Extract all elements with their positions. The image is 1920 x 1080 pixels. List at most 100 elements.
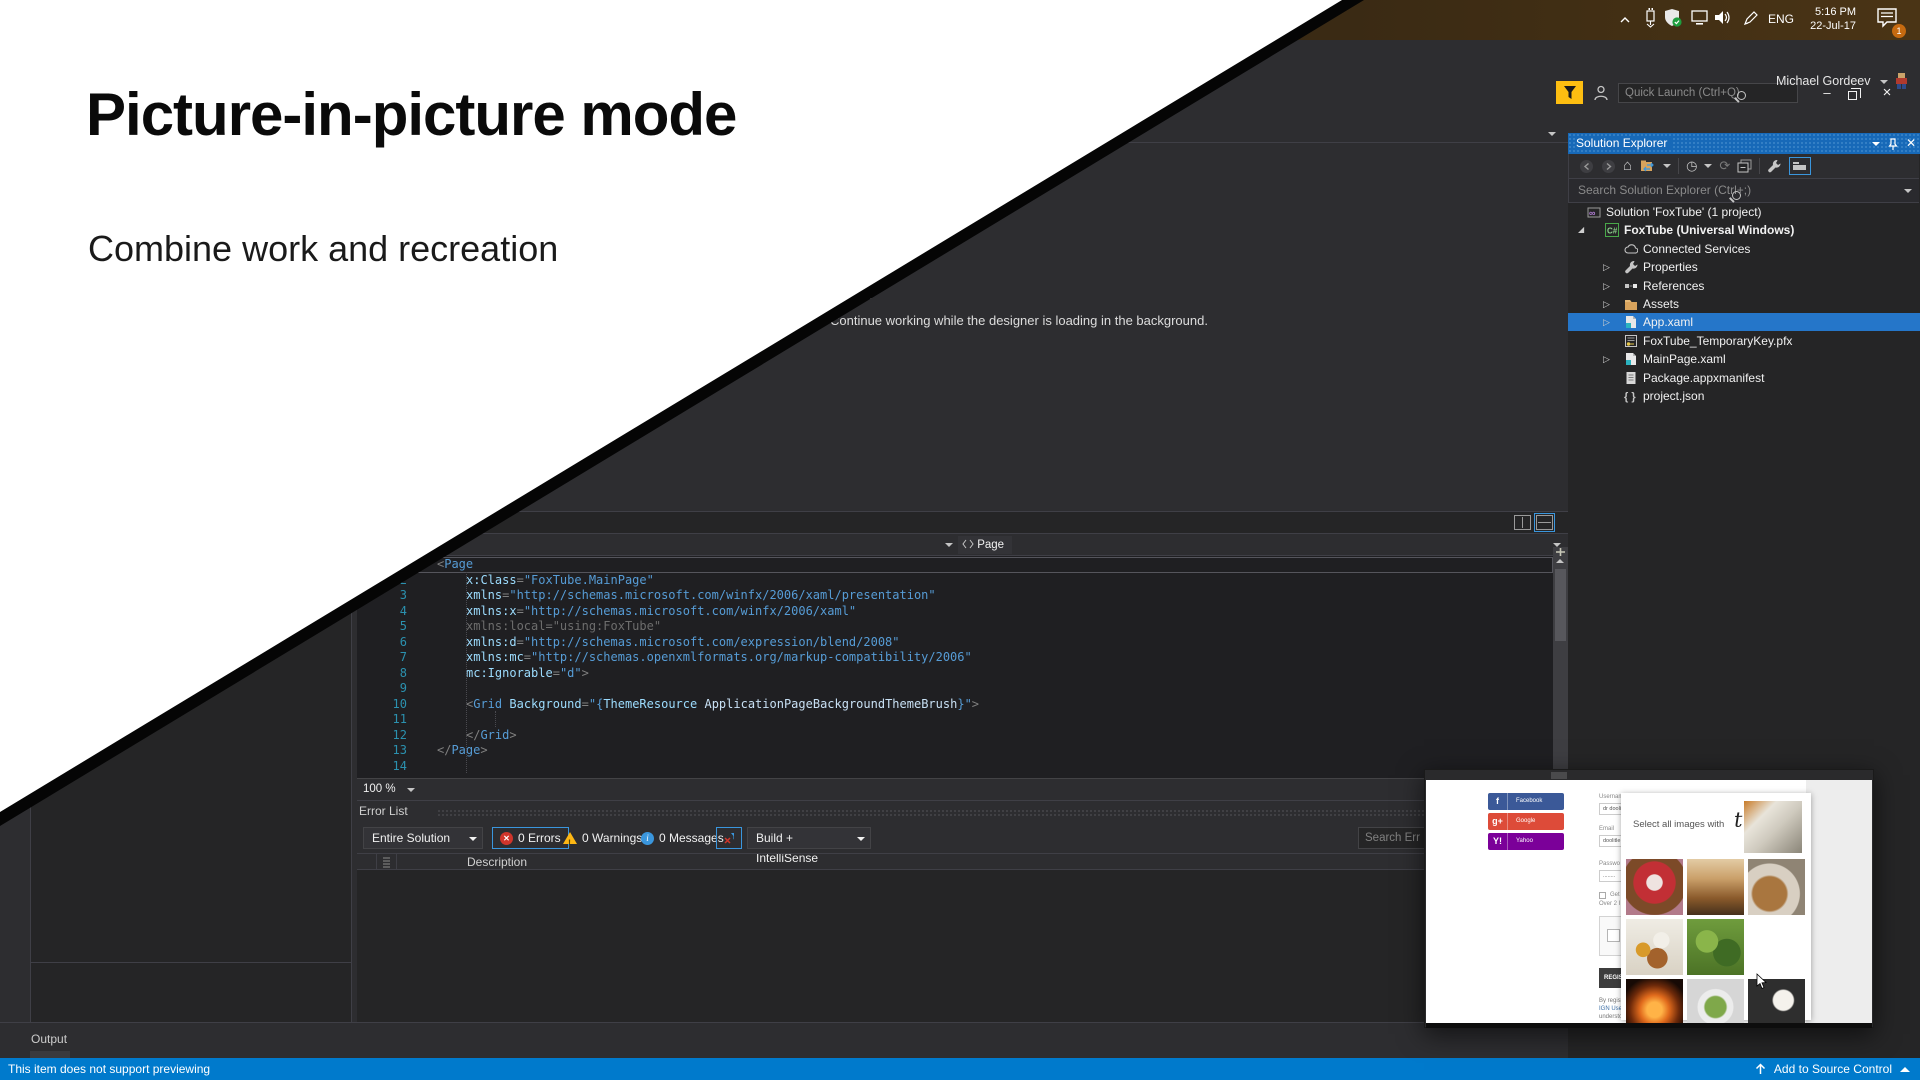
code-line[interactable]: 5xmlns:local="using:FoxTube" [357,619,1553,635]
social-button-facebook[interactable]: fFacebook [1488,793,1564,810]
show-all-files-button[interactable] [1789,157,1811,175]
solution-explorer-titlebar[interactable]: Solution Explorer ✕ [1568,133,1920,154]
document-well-chevron-icon[interactable] [1548,132,1556,136]
language-indicator[interactable]: ENG [1768,12,1794,26]
refresh-icon[interactable]: ⟳ [1719,158,1730,174]
expand-chevron-icon[interactable]: ▷ [1603,313,1610,331]
editor-splitter-bar: XAML ⌄⌄ [357,511,1568,533]
tree-item-project-json[interactable]: { }project.json [1568,387,1920,405]
code-line[interactable]: 3xmlns="http://schemas.microsoft.com/win… [357,588,1553,604]
horizontal-split-button[interactable] [1534,513,1555,532]
action-center-icon[interactable]: 1 [1876,7,1900,34]
tree-item-foxtube-universal-windows[interactable]: ◢C#FoxTube (Universal Windows) [1568,221,1920,239]
coffee-beans-cup[interactable] [1748,919,1805,975]
error-source-dropdown[interactable]: Build + IntelliSense [747,827,871,849]
usb-icon[interactable] [1643,8,1657,33]
tree-item-package-appxmanifest[interactable]: Package.appxmanifest [1568,369,1920,387]
back-icon[interactable] [1579,159,1594,174]
expand-chevron-icon[interactable]: ▷ [1603,277,1610,295]
strawberry-cake[interactable] [1626,859,1683,915]
code-line[interactable]: 9 [357,681,1553,697]
forward-icon[interactable] [1601,159,1616,174]
code-line[interactable]: 14 [357,759,1553,775]
breadcrumb-left-chevron-icon[interactable] [945,543,953,547]
recaptcha-checkbox[interactable] [1607,929,1620,942]
tree-item-foxtube-temporarykey-pfx[interactable]: FoxTube_TemporaryKey.pfx [1568,332,1920,350]
tree-item-mainpage-xaml[interactable]: ▷MainPage.xaml [1568,350,1920,368]
filter-button[interactable] [716,827,742,849]
add-to-source-control-button[interactable]: Add to Source Control [1755,1058,1892,1080]
quick-launch-input[interactable]: Quick Launch (Ctrl+Q) [1618,83,1798,103]
tree-item-app-xaml[interactable]: ▷App.xaml [1568,313,1920,331]
editor-vertical-scrollbar[interactable] [1553,547,1568,778]
breakfast-plate[interactable] [1626,919,1683,975]
code-line[interactable]: 13</Page> [357,743,1553,759]
pending-changes-filter-icon[interactable]: ◷ [1686,158,1697,174]
status-chevron-up-icon[interactable] [1900,1067,1910,1072]
tree-item-references[interactable]: ▷References [1568,277,1920,295]
caramel-dessert[interactable] [1687,859,1744,915]
sync-with-active-document-icon[interactable] [1639,159,1656,174]
cloud-icon [1624,242,1638,256]
code-line[interactable]: 4xmlns:x="http://schemas.microsoft.com/w… [357,604,1553,620]
expand-chevron-icon[interactable]: ▷ [1603,350,1610,368]
code-line[interactable]: 12</Grid> [357,728,1553,744]
picture-in-picture-window[interactable]: fFacebookg+GoogleY!Yahoo Usernam dr dool… [1424,769,1874,1028]
send-feedback-person-icon[interactable] [1592,84,1610,107]
line-number: 6 [357,635,407,651]
sync-chevron-down-icon[interactable] [1663,164,1671,168]
tree-item-connected-services[interactable]: Connected Services [1568,240,1920,258]
properties-wrench-icon[interactable] [1767,159,1782,174]
train-photo[interactable] [1744,801,1802,853]
xaml-code-editor[interactable]: <Page2x:Class="FoxTube.MainPage"3xmlns="… [357,556,1568,778]
code-line[interactable]: 2x:Class="FoxTube.MainPage" [357,573,1553,589]
solution-explorer-search-input[interactable]: Search Solution Explorer (Ctrl+;) [1569,179,1919,203]
social-button-google[interactable]: g+Google [1488,813,1564,830]
code-line[interactable]: 7xmlns:mc="http://schemas.openxmlformats… [357,650,1553,666]
tray-chevron-up-icon[interactable] [1618,13,1632,31]
collapse-all-icon[interactable] [1737,159,1752,173]
expand-chevron-icon[interactable]: ▷ [1603,258,1610,276]
feedback-flag-button[interactable] [1556,81,1583,104]
code-line[interactable]: 10<Grid Background="{ThemeResource Appli… [357,697,1553,713]
speaker-icon[interactable] [1714,9,1734,31]
social-button-yahoo[interactable]: Y!Yahoo [1488,833,1564,850]
breadcrumb-page-item[interactable]: Page [958,536,1012,554]
code-line[interactable]: 6xmlns:d="http://schemas.microsoft.com/e… [357,635,1553,651]
salad-plate[interactable] [1687,979,1744,1023]
pin-icon[interactable] [1888,138,1898,150]
filter-chevron-down-icon[interactable] [1704,164,1712,168]
zoom-level-dropdown[interactable]: 100 % [363,783,396,795]
pancakes-coffee[interactable] [1748,859,1805,915]
solution-explorer-toolbar: ⌂ ◷ ⟳ [1569,154,1919,179]
collapse-chevron-icon[interactable]: ◢ [1578,221,1584,239]
code-text: xmlns="http://schemas.microsoft.com/winf… [466,588,936,604]
newsletter-checkbox[interactable] [1599,892,1606,899]
scrollbar-thumb[interactable] [1555,569,1566,641]
output-title[interactable]: Output [31,1032,67,1046]
user-avatar[interactable] [1894,72,1909,94]
taskbar-clock[interactable]: 5:16 PM 22-Jul-17 [1798,5,1856,33]
vertical-split-icon[interactable] [1514,515,1531,530]
code-line[interactable]: <Page [357,557,1553,573]
network-monitor-icon[interactable] [1691,10,1709,31]
code-line[interactable]: 11 [357,712,1553,728]
code-line[interactable]: 8mc:Ignorable="d"> [357,666,1553,682]
code-text: x:Class="FoxTube.MainPage" [466,573,654,589]
salad[interactable] [1687,919,1744,975]
tree-item-properties[interactable]: ▷Properties [1568,258,1920,276]
defender-shield-icon[interactable] [1664,8,1684,33]
pen-icon[interactable] [1743,10,1759,31]
panel-close-icon[interactable]: ✕ [1906,133,1916,154]
scroll-up-icon[interactable] [1556,559,1564,563]
restore-button[interactable] [1848,87,1857,105]
window-position-chevron-icon[interactable] [1872,142,1880,146]
tree-item-solution-foxtube-1-project[interactable]: ∞Solution 'FoxTube' (1 project) [1568,203,1920,221]
glowing-bowl[interactable] [1626,979,1683,1023]
tree-item-assets[interactable]: ▷Assets [1568,295,1920,313]
signed-in-user[interactable]: Michael Gordeev [1776,74,1888,88]
column-description[interactable]: Description [467,854,527,870]
expand-chevron-icon[interactable]: ▷ [1603,295,1610,313]
home-icon[interactable]: ⌂ [1623,158,1632,174]
error-scope-dropdown[interactable]: Entire Solution [363,827,483,849]
